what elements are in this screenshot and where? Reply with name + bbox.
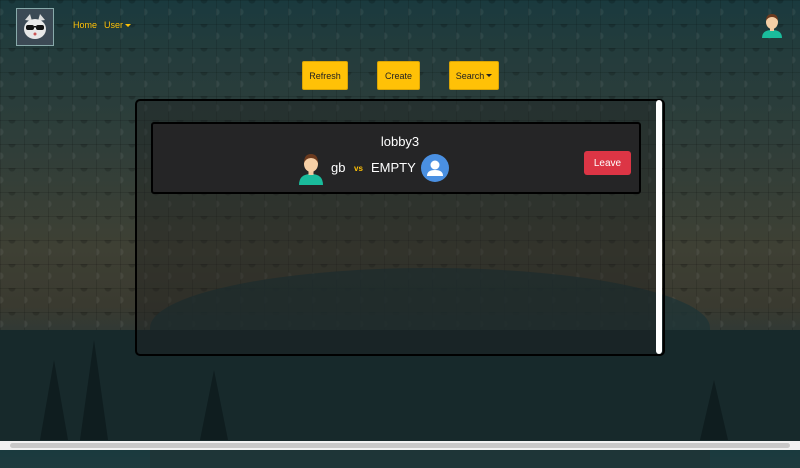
chevron-down-icon <box>125 24 132 28</box>
search-label: Search <box>455 70 485 81</box>
tree <box>200 370 228 440</box>
nav-user-dropdown[interactable]: User <box>104 20 132 30</box>
tree <box>80 340 108 440</box>
cat-sunglasses-logo-icon <box>24 14 46 39</box>
nav-user-label: User <box>104 20 124 30</box>
create-button[interactable]: Create <box>377 61 420 90</box>
player1-avatar-icon <box>298 152 324 185</box>
chevron-down-icon <box>486 74 493 77</box>
tree <box>700 380 728 440</box>
navbar: Home User <box>0 0 800 50</box>
horizontal-scroll-thumb[interactable] <box>10 443 790 448</box>
tree <box>40 360 68 440</box>
lobby-name: lobby3 <box>380 134 420 149</box>
nav-home-link[interactable]: Home <box>73 20 97 30</box>
empty-player-icon <box>421 154 449 182</box>
leave-button[interactable]: Leave <box>584 151 631 175</box>
user-avatar-icon[interactable] <box>760 12 784 38</box>
lobby-card <box>151 122 641 194</box>
search-dropdown-button[interactable]: Search <box>449 61 499 90</box>
refresh-button[interactable]: Refresh <box>302 61 348 90</box>
player2-name: EMPTY <box>371 160 416 175</box>
player1-name: gb <box>331 160 346 175</box>
vs-label: vs <box>354 164 363 173</box>
logo[interactable] <box>16 8 54 46</box>
